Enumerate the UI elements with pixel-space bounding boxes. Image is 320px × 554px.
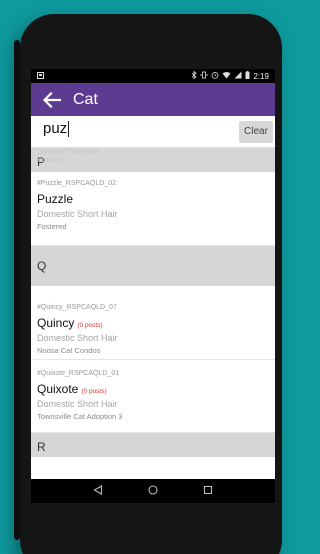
clear-button[interactable]: Clear	[239, 120, 273, 143]
animal-name: Quincy	[37, 316, 75, 330]
animal-status: Noosa Cat Condos	[37, 346, 101, 355]
animal-name: Quixote	[37, 382, 79, 396]
animal-status: Fostered	[37, 222, 67, 231]
recents-square-icon[interactable]	[203, 482, 213, 500]
section-header-r: R	[31, 433, 275, 457]
text-cursor	[68, 120, 70, 137]
animal-name-row: Puzzle	[37, 192, 269, 206]
scrolled-status-text: Fostered	[37, 157, 65, 164]
animal-breed: Domestic Short Hair	[37, 333, 118, 343]
phone-side-edge	[14, 40, 20, 540]
wifi-icon	[222, 71, 231, 81]
list-item-quixote[interactable]: #Quixote_RSPCAQLD_01 Quixote (0 posts) D…	[31, 360, 275, 433]
search-bar: puz Clear	[31, 116, 275, 148]
animal-breed: Domestic Short Hair	[37, 209, 118, 219]
back-triangle-icon[interactable]	[93, 482, 103, 500]
scrolled-breed-text: Domestic Short Hair	[37, 149, 100, 156]
post-count-badge: (0 posts)	[77, 322, 103, 329]
animal-id: #Quixote_RSPCAQLD_01	[37, 370, 120, 377]
animal-name-row: Quincy (0 posts)	[37, 316, 269, 330]
system-nav-bar	[31, 479, 275, 503]
section-letter: R	[37, 440, 46, 454]
animal-id: #Puzzle_RSPCAQLD_02	[37, 180, 116, 187]
signal-icon	[234, 71, 242, 81]
battery-icon	[245, 71, 250, 81]
arrow-back-icon[interactable]	[41, 89, 63, 111]
animal-breed: Domestic Short Hair	[37, 399, 118, 409]
list-item-quincy[interactable]: #Quincy_RSPCAQLD_07 Quincy (0 posts) Dom…	[31, 286, 275, 360]
search-input-value: puz	[43, 119, 68, 137]
app-bar: Cat	[31, 83, 275, 116]
page-title: Cat	[73, 90, 98, 108]
clock-time: 2:19	[253, 71, 269, 81]
status-bar: 2:19	[31, 69, 275, 83]
animal-status: Townsville Cat Adoption 3	[37, 412, 123, 421]
post-count-badge: (0 posts)	[81, 388, 107, 395]
animal-id: #Quincy_RSPCAQLD_07	[37, 304, 117, 311]
alarm-icon	[211, 71, 219, 81]
animal-name-row: Quixote (0 posts)	[37, 382, 269, 396]
notification-icon	[37, 71, 44, 81]
animal-list[interactable]: Domestic Short Hair Fostered P #Puzzle_R…	[31, 148, 275, 477]
screen: 2:19 Cat puz Clear Domestic Short Hair F…	[31, 69, 275, 479]
vibrate-icon	[200, 71, 208, 81]
home-circle-icon[interactable]	[148, 482, 158, 500]
section-header-q: Q	[31, 246, 275, 286]
section-letter: Q	[37, 259, 47, 273]
search-input[interactable]: puz	[43, 120, 239, 144]
section-header-p: Domestic Short Hair Fostered P	[31, 148, 275, 172]
bluetooth-icon	[191, 70, 198, 81]
list-item-puzzle[interactable]: #Puzzle_RSPCAQLD_02 Puzzle Domestic Shor…	[31, 172, 275, 246]
animal-name: Puzzle	[37, 192, 74, 206]
